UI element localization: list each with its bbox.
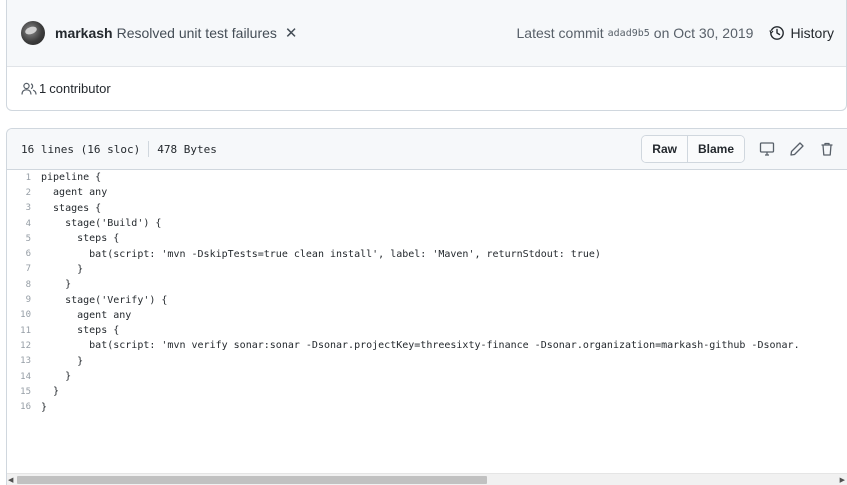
commit-meta: Latest commit adad9b5 on Oct 30, 2019 Hi… bbox=[517, 25, 835, 41]
line-number[interactable]: 12 bbox=[7, 341, 41, 351]
line-number[interactable]: 6 bbox=[7, 249, 41, 259]
code-text: } bbox=[41, 371, 72, 382]
people-icon bbox=[21, 82, 37, 95]
file-box: 16 lines (16 sloc) 478 Bytes Raw Blame 1… bbox=[6, 128, 847, 485]
code-view[interactable]: 1 pipeline {2 agent any 3 stages {4 stage(… bbox=[7, 170, 847, 473]
code-line: 6 bat(script: 'mvn -DskipTests=true clea… bbox=[7, 246, 847, 261]
line-number[interactable]: 8 bbox=[7, 280, 41, 290]
code-line: 2 agent any bbox=[7, 185, 847, 200]
code-line: 13 } bbox=[7, 354, 847, 369]
code-text: agent any bbox=[41, 187, 108, 199]
history-link[interactable]: History bbox=[769, 25, 834, 41]
line-number[interactable]: 5 bbox=[7, 234, 41, 244]
contributors-row: 1 contributor bbox=[7, 67, 846, 110]
commit-message[interactable]: Resolved unit test failures bbox=[117, 25, 277, 41]
commit-date: on Oct 30, 2019 bbox=[653, 25, 754, 41]
code-text: bat(script: 'mvn verify sonar:sonar -Dso… bbox=[41, 340, 800, 352]
line-number[interactable]: 9 bbox=[7, 295, 41, 305]
code-text: bat(script: 'mvn -DskipTests=true clean … bbox=[41, 248, 601, 260]
file-lines-info: 16 lines (16 sloc) bbox=[21, 142, 141, 156]
raw-button[interactable]: Raw bbox=[642, 136, 687, 162]
line-number[interactable]: 15 bbox=[7, 387, 41, 397]
code-text: steps { bbox=[41, 325, 120, 337]
code-line: 14 } bbox=[7, 369, 847, 384]
horizontal-scrollbar[interactable]: ◀ ▶ bbox=[7, 473, 847, 485]
line-number[interactable]: 13 bbox=[7, 356, 41, 366]
line-number[interactable]: 3 bbox=[7, 203, 41, 213]
code-text: } bbox=[41, 386, 60, 398]
code-line: 12 bat(script: 'mvn verify sonar:sonar -… bbox=[7, 338, 847, 353]
blame-button[interactable]: Blame bbox=[686, 136, 744, 162]
commit-box: markash Resolved unit test failures ✕ La… bbox=[6, 0, 847, 111]
scroll-thumb[interactable] bbox=[17, 476, 487, 484]
line-number[interactable]: 14 bbox=[7, 372, 41, 382]
code-text: } bbox=[41, 263, 84, 275]
commit-author[interactable]: markash bbox=[55, 25, 113, 41]
code-text: } bbox=[41, 355, 84, 367]
code-text: pipeline { bbox=[41, 172, 102, 184]
history-label: History bbox=[790, 25, 834, 41]
desktop-icon[interactable] bbox=[759, 141, 775, 157]
line-number[interactable]: 7 bbox=[7, 264, 41, 274]
code-line: 3 stages { bbox=[7, 201, 847, 216]
code-line: 9 stage('Verify') { bbox=[7, 292, 847, 307]
line-number[interactable]: 16 bbox=[7, 402, 41, 412]
code-text: agent any bbox=[41, 309, 132, 321]
commit-sha[interactable]: adad9b5 bbox=[608, 28, 650, 39]
code-line: 8 } bbox=[7, 277, 847, 292]
code-text: stage('Verify') { bbox=[41, 294, 168, 306]
line-number[interactable]: 4 bbox=[7, 219, 41, 229]
file-header: 16 lines (16 sloc) 478 Bytes Raw Blame bbox=[7, 129, 847, 170]
code-line: 15 } bbox=[7, 384, 847, 399]
code-line: 1 pipeline { bbox=[7, 170, 847, 185]
file-actions: Raw Blame bbox=[641, 135, 835, 163]
code-line: 5 steps { bbox=[7, 231, 847, 246]
avatar[interactable] bbox=[21, 21, 45, 45]
line-number[interactable]: 10 bbox=[7, 310, 41, 320]
x-icon[interactable]: ✕ bbox=[285, 24, 298, 42]
history-icon bbox=[769, 26, 785, 40]
contributor-count: 1 bbox=[39, 81, 47, 96]
scroll-right-arrow-icon[interactable]: ▶ bbox=[840, 476, 845, 484]
scroll-left-arrow-icon[interactable]: ◀ bbox=[8, 476, 13, 484]
code-line: 10 agent any bbox=[7, 308, 847, 323]
divider bbox=[148, 141, 150, 157]
trash-icon[interactable] bbox=[819, 141, 835, 157]
code-text: stage('Build') { bbox=[41, 218, 162, 230]
pencil-icon[interactable] bbox=[789, 141, 805, 157]
contributor-label[interactable]: contributor bbox=[49, 81, 110, 96]
file-size: 478 Bytes bbox=[157, 142, 217, 156]
line-number[interactable]: 1 bbox=[7, 173, 41, 183]
code-line: 7 } bbox=[7, 262, 847, 277]
commit-bar: markash Resolved unit test failures ✕ La… bbox=[7, 0, 846, 67]
code-line: 16} bbox=[7, 399, 847, 414]
code-text: } bbox=[41, 401, 48, 413]
code-text: } bbox=[41, 279, 72, 291]
code-line: 11 steps { bbox=[7, 323, 847, 338]
line-number[interactable]: 11 bbox=[7, 326, 41, 336]
raw-blame-group: Raw Blame bbox=[641, 135, 745, 163]
code-line: 4 stage('Build') { bbox=[7, 216, 847, 231]
latest-commit-label: Latest commit bbox=[516, 25, 604, 41]
code-text: steps { bbox=[41, 233, 120, 245]
code-text: stages { bbox=[41, 202, 102, 214]
line-number[interactable]: 2 bbox=[7, 188, 41, 198]
